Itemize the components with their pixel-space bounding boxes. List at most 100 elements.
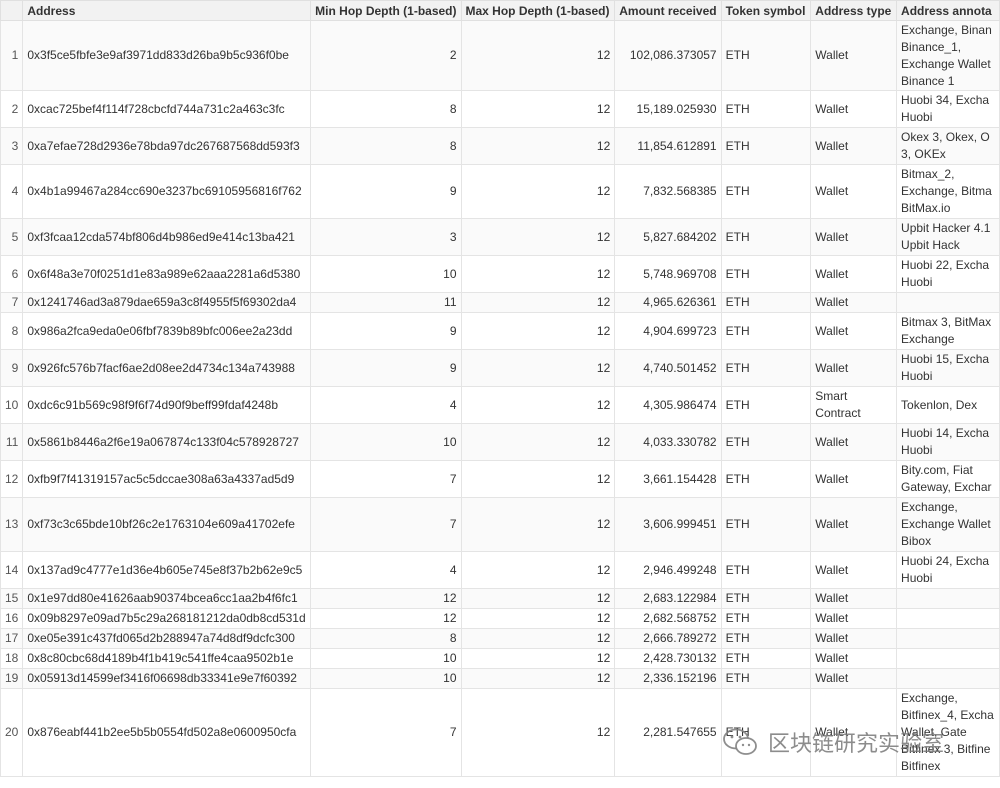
header-address-type[interactable]: Address type: [810, 0, 898, 21]
table-row[interactable]: 17 0xe05e391c437fd065d2b288947a74d8df9dcf…: [0, 628, 1000, 649]
header-min-hop-depth[interactable]: Min Hop Depth (1-based): [310, 0, 462, 21]
address-cell: 0x8c80cbc68d4189b4f1b419c541ffe4caa9502b…: [22, 648, 312, 669]
address-cell: 0x1241746ad3a879dae659a3c8f4955f5f69302d…: [22, 292, 312, 313]
min-hop-cell: 12: [310, 608, 462, 629]
row-index: 7: [0, 292, 24, 313]
min-hop-cell: 8: [310, 127, 462, 165]
token-symbol-cell: ETH: [720, 20, 812, 91]
max-hop-cell: 12: [460, 551, 616, 589]
amount-cell: 3,661.154428: [614, 460, 722, 498]
annotation-cell: [896, 648, 1000, 669]
table-row[interactable]: 10 0xdc6c91b569c98f9f6f74d90f9beff99fdaf4…: [0, 386, 1000, 424]
row-index: 14: [0, 551, 24, 589]
address-type-cell: Wallet: [810, 668, 898, 689]
max-hop-cell: 12: [460, 218, 616, 256]
address-cell: 0x1e97dd80e41626aab90374bcea6cc1aa2b4f6f…: [22, 588, 312, 609]
table-row[interactable]: 7 0x1241746ad3a879dae659a3c8f4955f5f69302…: [0, 292, 1000, 313]
header-amount-received[interactable]: Amount received: [614, 0, 722, 21]
address-type-cell: Wallet: [810, 628, 898, 649]
max-hop-cell: 12: [460, 349, 616, 387]
row-index: 8: [0, 312, 24, 350]
min-hop-cell: 9: [310, 349, 462, 387]
table-row[interactable]: 19 0x05913d14599ef3416f06698db33341e9e7f6…: [0, 668, 1000, 689]
table-row[interactable]: 11 0x5861b8446a2f6e19a067874c133f04c57892…: [0, 423, 1000, 461]
annotation-cell: Huobi 34, Excha Huobi: [896, 90, 1000, 128]
table-row[interactable]: 3 0xa7efae728d2936e78bda97dc267687568dd59…: [0, 127, 1000, 165]
row-index: 18: [0, 648, 24, 669]
table-row[interactable]: 2 0xcac725bef4f114f728cbcfd744a731c2a463c…: [0, 90, 1000, 128]
amount-cell: 4,740.501452: [614, 349, 722, 387]
min-hop-cell: 4: [310, 551, 462, 589]
amount-cell: 4,033.330782: [614, 423, 722, 461]
annotation-cell: Bitmax 3, BitMax Exchange: [896, 312, 1000, 350]
table-row[interactable]: 6 0x6f48a3e70f0251d1e83a989e62aaa2281a6d5…: [0, 255, 1000, 293]
max-hop-cell: 12: [460, 460, 616, 498]
table-row[interactable]: 9 0x926fc576b7facf6ae2d08ee2d4734c134a743…: [0, 349, 1000, 387]
table-row[interactable]: 13 0xf73c3c65bde10bf26c2e1763104e609a4170…: [0, 497, 1000, 552]
address-type-cell: Wallet: [810, 349, 898, 387]
annotation-cell: Huobi 14, Excha Huobi: [896, 423, 1000, 461]
amount-cell: 4,965.626361: [614, 292, 722, 313]
row-index: 9: [0, 349, 24, 387]
address-cell: 0x986a2fca9eda0e06fbf7839b89bfc006ee2a23…: [22, 312, 312, 350]
max-hop-cell: 12: [460, 312, 616, 350]
min-hop-cell: 10: [310, 668, 462, 689]
amount-cell: 2,683.122984: [614, 588, 722, 609]
header-address-annotation[interactable]: Address annota: [896, 0, 1000, 21]
address-cell: 0x4b1a99467a284cc690e3237bc69105956816f7…: [22, 164, 312, 219]
table-body: 1 0x3f5ce5fbfe3e9af3971dd833d26ba9b5c936f…: [0, 20, 1000, 777]
max-hop-cell: 12: [460, 127, 616, 165]
amount-cell: 102,086.373057: [614, 20, 722, 91]
address-cell: 0x05913d14599ef3416f06698db33341e9e7f603…: [22, 668, 312, 689]
amount-cell: 11,854.612891: [614, 127, 722, 165]
address-cell: 0x876eabf441b2ee5b5b0554fd502a8e0600950c…: [22, 688, 312, 777]
max-hop-cell: 12: [460, 90, 616, 128]
annotation-cell: Bitmax_2, Exchange, Bitma BitMax.io: [896, 164, 1000, 219]
row-index: 19: [0, 668, 24, 689]
table-row[interactable]: 15 0x1e97dd80e41626aab90374bcea6cc1aa2b4f…: [0, 588, 1000, 609]
wechat-icon: [723, 728, 757, 755]
token-symbol-cell: ETH: [720, 312, 812, 350]
table-row[interactable]: 1 0x3f5ce5fbfe3e9af3971dd833d26ba9b5c936f…: [0, 20, 1000, 91]
address-type-cell: Wallet: [810, 20, 898, 91]
table-row[interactable]: 8 0x986a2fca9eda0e06fbf7839b89bfc006ee2a2…: [0, 312, 1000, 350]
min-hop-cell: 8: [310, 90, 462, 128]
table-row[interactable]: 4 0x4b1a99467a284cc690e3237bc69105956816f…: [0, 164, 1000, 219]
table-row[interactable]: 16 0x09b8297e09ad7b5c29a268181212da0db8cd…: [0, 608, 1000, 629]
address-type-cell: Wallet: [810, 608, 898, 629]
table-row[interactable]: 18 0x8c80cbc68d4189b4f1b419c541ffe4caa950…: [0, 648, 1000, 669]
row-index: 20: [0, 688, 24, 777]
address-type-cell: Wallet: [810, 90, 898, 128]
address-cell: 0x6f48a3e70f0251d1e83a989e62aaa2281a6d53…: [22, 255, 312, 293]
min-hop-cell: 12: [310, 588, 462, 609]
amount-cell: 5,748.969708: [614, 255, 722, 293]
address-type-cell: Wallet: [810, 218, 898, 256]
address-type-cell: Wallet: [810, 255, 898, 293]
token-symbol-cell: ETH: [720, 127, 812, 165]
header-max-hop-depth[interactable]: Max Hop Depth (1-based): [460, 0, 616, 21]
max-hop-cell: 12: [460, 423, 616, 461]
header-token-symbol[interactable]: Token symbol: [720, 0, 812, 21]
amount-cell: 7,832.568385: [614, 164, 722, 219]
annotation-cell: Huobi 22, Excha Huobi: [896, 255, 1000, 293]
row-index: 1: [0, 20, 24, 91]
min-hop-cell: 8: [310, 628, 462, 649]
table-row[interactable]: 12 0xfb9f7f41319157ac5c5dccae308a63a4337a…: [0, 460, 1000, 498]
min-hop-cell: 3: [310, 218, 462, 256]
min-hop-cell: 7: [310, 497, 462, 552]
min-hop-cell: 11: [310, 292, 462, 313]
row-index: 5: [0, 218, 24, 256]
max-hop-cell: 12: [460, 688, 616, 777]
address-type-cell: Wallet: [810, 648, 898, 669]
annotation-cell: [896, 292, 1000, 313]
table-row[interactable]: 14 0x137ad9c4777e1d36e4b605e745e8f37b2b62…: [0, 551, 1000, 589]
data-table: Address Min Hop Depth (1-based) Max Hop …: [0, 0, 1000, 777]
table-row[interactable]: 5 0xf3fcaa12cda574bf806d4b986ed9e414c13ba…: [0, 218, 1000, 256]
header-address[interactable]: Address: [22, 0, 312, 21]
token-symbol-cell: ETH: [720, 423, 812, 461]
annotation-cell: Huobi 15, Excha Huobi: [896, 349, 1000, 387]
token-symbol-cell: ETH: [720, 497, 812, 552]
max-hop-cell: 12: [460, 497, 616, 552]
address-cell: 0x3f5ce5fbfe3e9af3971dd833d26ba9b5c936f0…: [22, 20, 312, 91]
address-cell: 0xe05e391c437fd065d2b288947a74d8df9dcfc3…: [22, 628, 312, 649]
